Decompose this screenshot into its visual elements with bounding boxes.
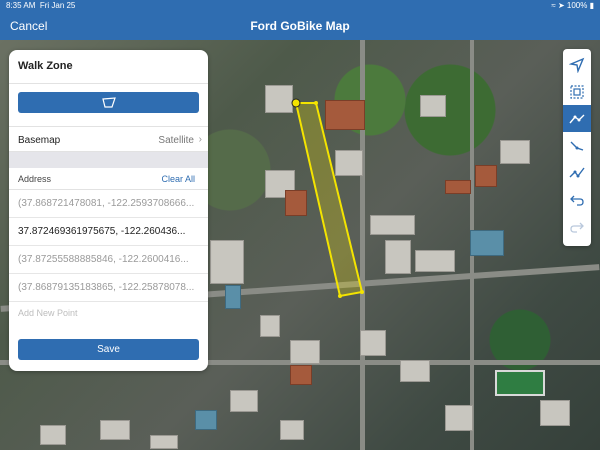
polygon-vertex	[338, 294, 342, 298]
page-title: Ford GoBike Map	[250, 19, 350, 33]
status-right: ≈ ➤ 100% ▮	[551, 1, 594, 10]
select-frame-icon[interactable]	[563, 78, 591, 105]
clear-all-button[interactable]: Clear All	[161, 174, 195, 184]
line-segment-icon[interactable]	[563, 132, 591, 159]
polygon-icon	[102, 97, 116, 108]
location-icon: ➤	[557, 1, 565, 10]
section-divider	[9, 152, 208, 168]
save-button[interactable]: Save	[18, 339, 199, 360]
address-label: Address	[18, 174, 52, 184]
panel-title: Walk Zone	[9, 50, 208, 84]
navigate-arrow-icon[interactable]	[563, 51, 591, 78]
status-date: Fri Jan 25	[39, 1, 76, 10]
status-bar: 8:35 AM Fri Jan 25 ≈ ➤ 100% ▮	[0, 0, 600, 12]
polygon-vertex	[314, 101, 318, 105]
basemap-label: Basemap	[18, 135, 61, 146]
drawing-toolbar	[563, 49, 591, 246]
undo-icon[interactable]	[563, 186, 591, 213]
status-time: 8:35 AM	[6, 1, 36, 10]
chevron-right-icon: ›	[198, 134, 202, 145]
status-time-date: 8:35 AM Fri Jan 25	[6, 1, 75, 10]
redo-icon[interactable]	[563, 213, 591, 240]
polygon-vertex-handle	[291, 98, 301, 108]
wifi-icon: ≈	[551, 1, 556, 10]
basemap-row[interactable]: Basemap Satellite ›	[9, 126, 208, 152]
address-point-row-active[interactable]: 37.872469361975675, -122.260436...	[9, 218, 208, 246]
add-new-point-field[interactable]: Add New Point	[9, 300, 208, 328]
address-point-row[interactable]: (37.87255588885846, -122.2600416...	[9, 246, 208, 274]
polyline-draw-icon[interactable]	[563, 105, 591, 132]
basemap-value: Satellite	[158, 135, 194, 146]
battery-icon: ▮	[589, 1, 594, 10]
shape-type-button[interactable]	[18, 92, 199, 113]
battery-percent: 100%	[566, 1, 588, 10]
freehand-line-icon[interactable]	[563, 159, 591, 186]
polygon-vertex	[360, 290, 364, 294]
address-header: Address Clear All	[9, 168, 208, 190]
navigation-bar: Cancel Ford GoBike Map	[0, 12, 600, 40]
address-point-row[interactable]: (37.86879135183865, -122.25878078...	[9, 274, 208, 302]
address-point-row[interactable]: (37.868721478081, -122.2593708666...	[9, 190, 208, 218]
walk-zone-panel: Walk Zone Basemap Satellite › Address Cl…	[9, 50, 208, 371]
